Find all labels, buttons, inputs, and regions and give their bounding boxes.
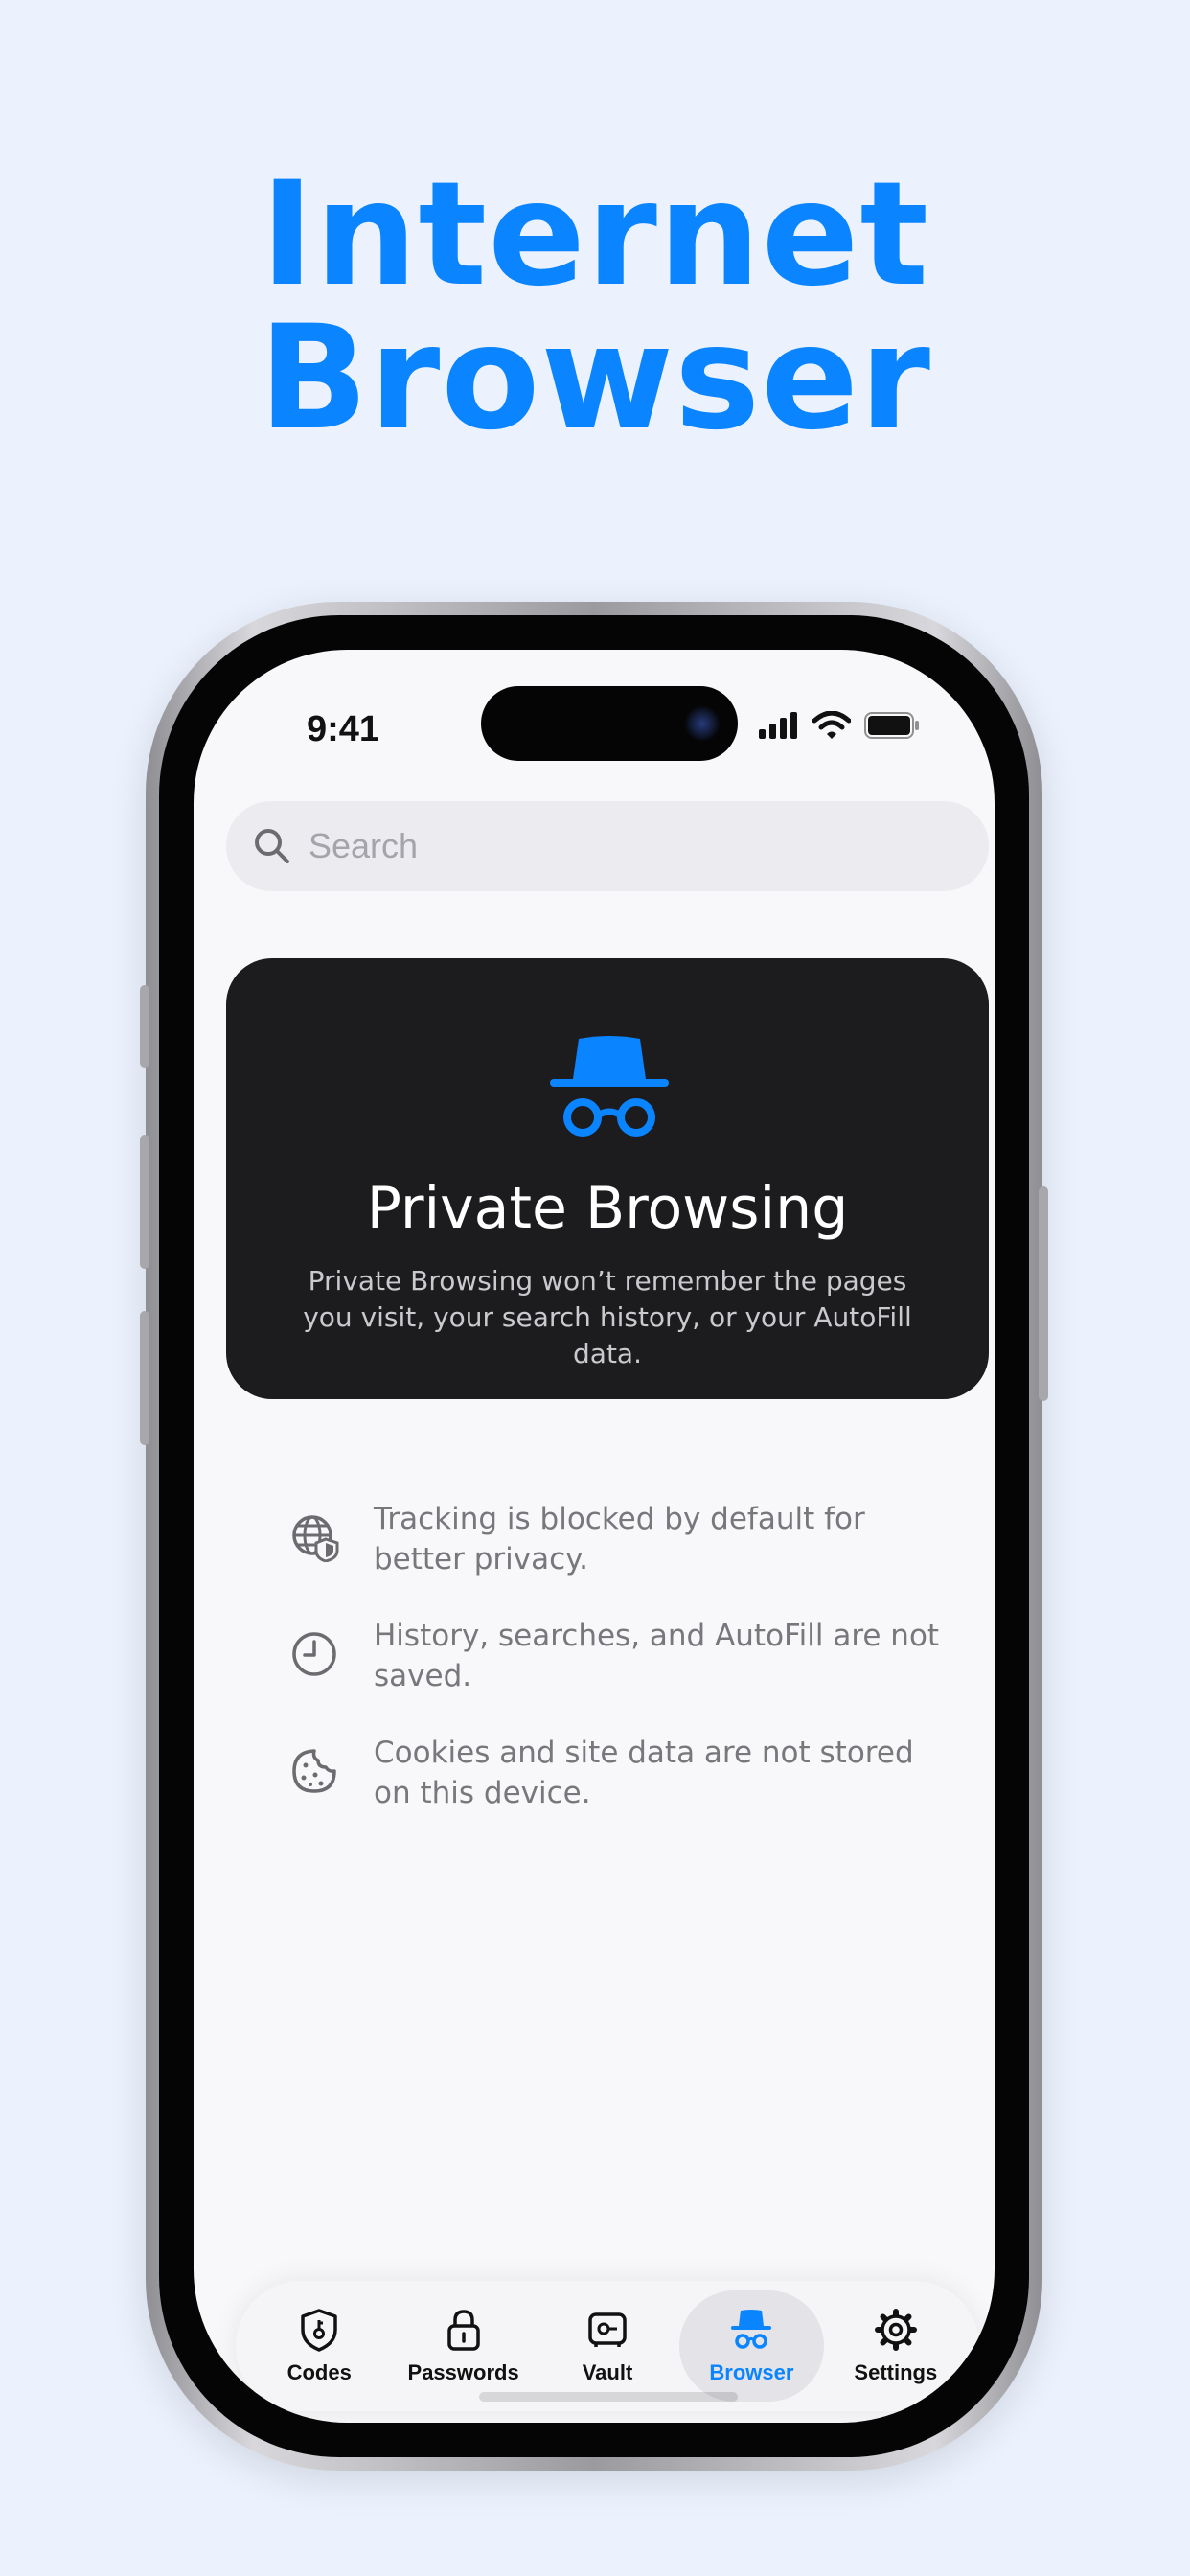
volume-up-button bbox=[140, 1135, 149, 1269]
tab-codes[interactable]: Codes bbox=[247, 2290, 391, 2402]
tab-label: Browser bbox=[709, 2360, 794, 2384]
tab-settings[interactable]: Settings bbox=[824, 2290, 968, 2402]
shield-key-icon bbox=[301, 2309, 337, 2352]
incognito-icon bbox=[731, 2310, 772, 2349]
phone-frame: 9:41 Search Private Browsing Private Bro… bbox=[140, 602, 1048, 2471]
tab-browser[interactable]: Browser bbox=[679, 2290, 824, 2402]
incognito-icon bbox=[550, 1036, 669, 1137]
vault-icon bbox=[588, 2312, 627, 2347]
tab-label: Vault bbox=[582, 2360, 633, 2384]
feature-text: Tracking is blocked by default for bette… bbox=[374, 1502, 865, 1576]
power-button bbox=[1039, 1186, 1048, 1401]
cookie-icon bbox=[292, 1749, 336, 1793]
headline: Internet Browser bbox=[0, 163, 1190, 450]
feature-item: History, searches, and AutoFill are not … bbox=[289, 1616, 960, 1696]
home-indicator bbox=[479, 2392, 738, 2402]
feature-item: Cookies and site data are not stored on … bbox=[289, 1733, 960, 1813]
search-input[interactable] bbox=[307, 825, 943, 867]
volume-down-button bbox=[140, 1311, 149, 1445]
action-button bbox=[140, 985, 149, 1068]
feature-text: Cookies and site data are not stored on … bbox=[374, 1736, 914, 1810]
phone-bezel: 9:41 Search Private Browsing Private Bro… bbox=[159, 615, 1029, 2457]
feature-text: History, searches, and AutoFill are not … bbox=[374, 1619, 940, 1693]
battery-icon bbox=[864, 712, 919, 739]
feature-item: Tracking is blocked by default for bette… bbox=[289, 1499, 960, 1579]
wifi-icon bbox=[812, 711, 851, 739]
lock-icon bbox=[446, 2310, 480, 2351]
feature-list: Tracking is blocked by default for bette… bbox=[289, 1499, 960, 1850]
private-browsing-card: Private Browsing Private Browsing won’t … bbox=[226, 958, 989, 1399]
card-description: Private Browsing won’t remember the page… bbox=[303, 1265, 912, 1369]
tab-label: Passwords bbox=[407, 2360, 519, 2384]
camera-icon bbox=[684, 705, 721, 742]
status-icons bbox=[759, 711, 920, 740]
tab-vault[interactable]: Vault bbox=[536, 2290, 679, 2402]
tab-label: Codes bbox=[286, 2360, 352, 2384]
headline-line-1: Internet bbox=[260, 151, 930, 318]
search-icon bbox=[255, 829, 289, 863]
screen: 9:41 Search Private Browsing Private Bro… bbox=[194, 650, 995, 2423]
signal-icon bbox=[759, 712, 797, 739]
headline-line-2: Browser bbox=[259, 295, 931, 462]
tab-label: Settings bbox=[854, 2360, 938, 2384]
tab-passwords[interactable]: Passwords bbox=[391, 2290, 535, 2402]
search-bar[interactable] bbox=[226, 801, 989, 891]
card-title: Private Browsing bbox=[366, 1175, 849, 1242]
gear-icon bbox=[874, 2309, 917, 2351]
status-time: 9:41 bbox=[307, 709, 380, 749]
globe-shield-icon bbox=[292, 1515, 339, 1562]
dynamic-island bbox=[481, 686, 738, 761]
clock-icon bbox=[292, 1632, 336, 1676]
